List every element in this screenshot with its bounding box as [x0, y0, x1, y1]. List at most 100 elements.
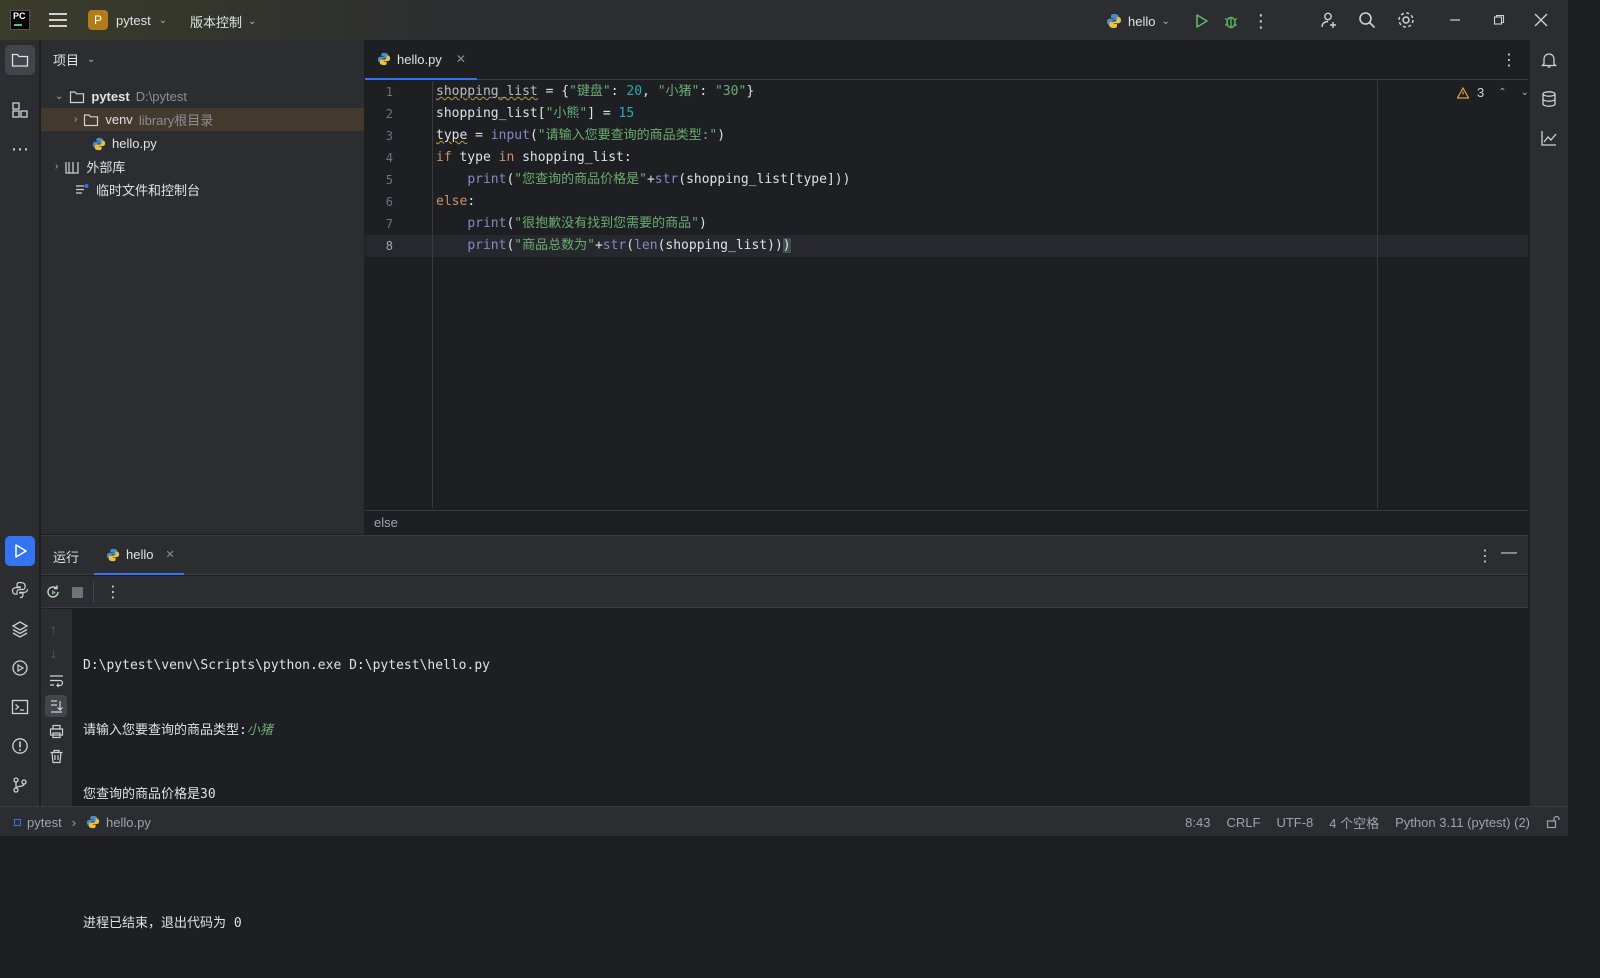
notifications-button[interactable]: [1534, 45, 1564, 75]
run-button[interactable]: [1190, 10, 1212, 32]
run-toolbar: ⋮: [41, 576, 1528, 608]
close-tab-icon[interactable]: ✕: [165, 548, 174, 561]
run-tool-button[interactable]: [5, 536, 35, 566]
right-edge: [1568, 0, 1600, 853]
chevron-right-icon: ›: [71, 814, 77, 830]
tree-item-venv[interactable]: › venv library根目录: [41, 108, 364, 131]
minimize-button[interactable]: [1444, 9, 1466, 31]
more-tools-button[interactable]: ⋯: [5, 134, 35, 164]
tree-item-root[interactable]: ⌄ pytest D:\pytest: [41, 85, 364, 108]
project-tool-button[interactable]: [5, 45, 35, 75]
vcs-menu[interactable]: 版本控制 ⌄: [190, 12, 256, 31]
database-button[interactable]: [1534, 84, 1564, 114]
arrow-up-icon[interactable]: ↑: [50, 621, 57, 637]
toolbar-divider: [93, 582, 94, 602]
play-icon: [1196, 14, 1208, 28]
arrow-down-icon[interactable]: ↓: [50, 645, 57, 661]
code-line: 3 type = input("请输入您要查询的商品类型:"): [385, 128, 726, 143]
editor-more-button[interactable]: ⋮: [1501, 50, 1517, 70]
trash-icon[interactable]: [49, 749, 64, 764]
console-output[interactable]: D:\pytest\venv\Scripts\python.exe D:\pyt…: [83, 612, 490, 978]
code-line: 6 else:: [385, 194, 476, 209]
chevron-up-icon[interactable]: ⌃: [1498, 87, 1506, 98]
unlock-icon[interactable]: [1546, 815, 1560, 829]
project-panel-title: 项目: [53, 52, 80, 68]
project-panel: 项目 ⌄ ⌄ pytest D:\pytest › venv library根目…: [41, 40, 364, 534]
tab-hello-py[interactable]: hello.py ✕: [365, 40, 477, 80]
close-button[interactable]: [1530, 9, 1552, 31]
chart-icon: [1541, 131, 1557, 146]
terminal-tool-button[interactable]: [5, 692, 35, 722]
scroll-to-end-button[interactable]: [45, 695, 67, 717]
main-menu-icon[interactable]: [49, 13, 67, 27]
folder-icon: [11, 53, 29, 67]
python-console-tool-button[interactable]: [5, 575, 35, 605]
run-config-name: hello: [1128, 13, 1156, 29]
console-line: 请输入您要查询的商品类型:小猪: [83, 720, 490, 742]
editor-breadcrumb[interactable]: else: [365, 510, 1528, 534]
editor: hello.py ✕ ⋮ 1 shopping_list = {"键盘": 20,…: [365, 40, 1529, 534]
tab-hello[interactable]: hello ✕: [94, 536, 184, 575]
file-encoding[interactable]: UTF-8: [1276, 815, 1313, 830]
line-gutter: [365, 81, 433, 508]
tree-item-hello-py[interactable]: hello.py: [41, 132, 364, 155]
tree-item-scratches[interactable]: 临时文件和控制台: [41, 178, 364, 201]
tab-hello-label: hello: [126, 547, 154, 562]
stop-button[interactable]: [72, 587, 83, 598]
module-icon: [14, 818, 21, 826]
code-line: 4 if type in shopping_list:: [385, 150, 632, 165]
chevron-down-icon[interactable]: ⌄: [1521, 87, 1529, 98]
cursor-position[interactable]: 8:43: [1185, 815, 1210, 830]
code-area[interactable]: 1 shopping_list = {"键盘": 20, "小猪": "30"} …: [365, 81, 1528, 508]
print-icon[interactable]: [49, 724, 64, 739]
root-name: pytest: [91, 89, 130, 104]
tab-label: hello.py: [397, 51, 442, 67]
sciview-button[interactable]: [1534, 123, 1564, 153]
status-crumb-file[interactable]: hello.py: [106, 815, 151, 830]
breadcrumb-item[interactable]: else: [374, 515, 398, 530]
scratches-icon: [76, 183, 89, 194]
search-button[interactable]: [1356, 9, 1378, 31]
gear-icon: [1398, 12, 1414, 28]
rerun-button[interactable]: [45, 584, 61, 603]
restore-icon: [1493, 14, 1505, 25]
indent-setting[interactable]: 4 个空格: [1329, 813, 1379, 832]
console-line: 进程已结束，退出代码为 0: [83, 916, 242, 931]
warning-icon: [1457, 86, 1469, 99]
tab-run[interactable]: 运行: [53, 547, 79, 566]
project-badge: P: [88, 10, 108, 30]
settings-button[interactable]: [1395, 9, 1417, 31]
structure-tool-button[interactable]: [5, 95, 35, 125]
layers-tool-button[interactable]: [5, 614, 35, 644]
soft-wrap-icon[interactable]: [49, 673, 64, 688]
close-tab-icon[interactable]: ✕: [456, 52, 466, 66]
debug-button[interactable]: [1220, 10, 1242, 32]
line-separator[interactable]: CRLF: [1226, 815, 1260, 830]
close-icon: [1534, 13, 1548, 27]
restore-button[interactable]: [1488, 9, 1510, 31]
problems-tool-button[interactable]: [5, 731, 35, 761]
python-icon: [106, 548, 120, 561]
code-line-current: 8 print("商品总数为"+str(len(shopping_list))): [365, 235, 1528, 257]
add-user-button[interactable]: [1318, 9, 1340, 31]
tree-item-external-libs[interactable]: › 外部库: [41, 155, 364, 178]
hide-panel-icon[interactable]: —: [1501, 544, 1517, 562]
project-selector[interactable]: P pytest ⌄: [88, 10, 167, 30]
python-interpreter[interactable]: Python 3.11 (pytest) (2): [1395, 815, 1530, 830]
more-actions-button[interactable]: ⋮: [1250, 10, 1272, 32]
right-tool-strip: [1529, 40, 1568, 806]
python-file-icon: [377, 52, 391, 66]
console-user-input: 小猪: [246, 722, 273, 738]
run-config-selector[interactable]: hello ⌄: [1106, 13, 1170, 29]
toolbar-more-icon[interactable]: ⋮: [105, 582, 121, 602]
project-panel-header[interactable]: 项目 ⌄: [41, 40, 364, 78]
database-icon: [1542, 91, 1556, 107]
more-options-icon[interactable]: ⋮: [1477, 546, 1493, 566]
library-icon: [65, 161, 79, 174]
inspection-widget[interactable]: 3 ⌃ ⌄: [1457, 85, 1529, 100]
add-user-icon: [1321, 12, 1336, 28]
services-tool-button[interactable]: [5, 653, 35, 683]
git-tool-button[interactable]: [5, 770, 35, 800]
status-bar: pytest › hello.py 8:43 CRLF UTF-8 4 个空格 …: [0, 806, 1568, 836]
status-crumb-project[interactable]: pytest: [27, 815, 62, 830]
